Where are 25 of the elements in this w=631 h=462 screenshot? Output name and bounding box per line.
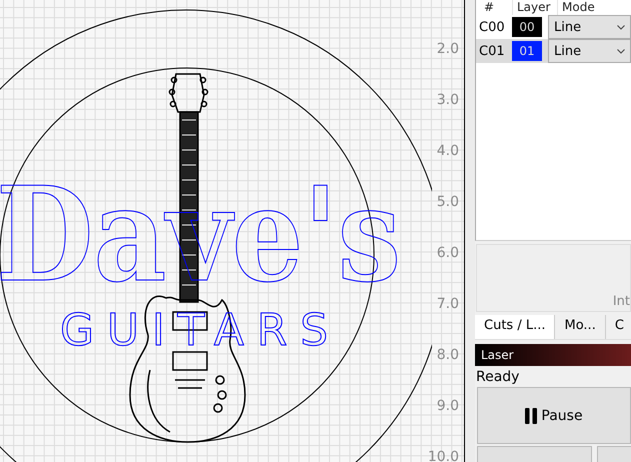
ruler-label: 10.0: [428, 448, 459, 462]
panel-tab[interactable]: Cuts / L...: [475, 315, 556, 339]
column-header: #: [483, 0, 496, 15]
mode-dropdown[interactable]: Line: [548, 15, 631, 39]
ruler-label: 9.0: [436, 397, 459, 416]
layer-id: C01: [478, 44, 506, 58]
pause-icon: [525, 408, 538, 424]
ruler-label: 3.0: [436, 91, 459, 110]
layer-id: C00: [478, 20, 506, 34]
info-label: Int: [612, 294, 630, 311]
ruler-label: 4.0: [436, 142, 459, 161]
caret-icon: [617, 48, 625, 54]
layer-row[interactable]: C00 00 Line: [476, 15, 631, 39]
panel-splitter[interactable]: [465, 0, 475, 462]
toolbar-button[interactable]: [477, 446, 592, 462]
ruler-label: 2.0: [436, 40, 459, 59]
laser-title: Laser: [481, 348, 514, 362]
status-label: Ready: [475, 368, 520, 385]
mode-dropdown[interactable]: Line: [548, 39, 631, 63]
layer-color-tag: 00: [512, 17, 542, 37]
layer-color-tag: 01: [512, 41, 542, 61]
pause-button[interactable]: Pause: [477, 387, 631, 444]
ruler-label: 8.0: [436, 346, 459, 365]
layer-row[interactable]: C01 01 Line: [476, 39, 631, 63]
caret-icon: [617, 24, 625, 30]
